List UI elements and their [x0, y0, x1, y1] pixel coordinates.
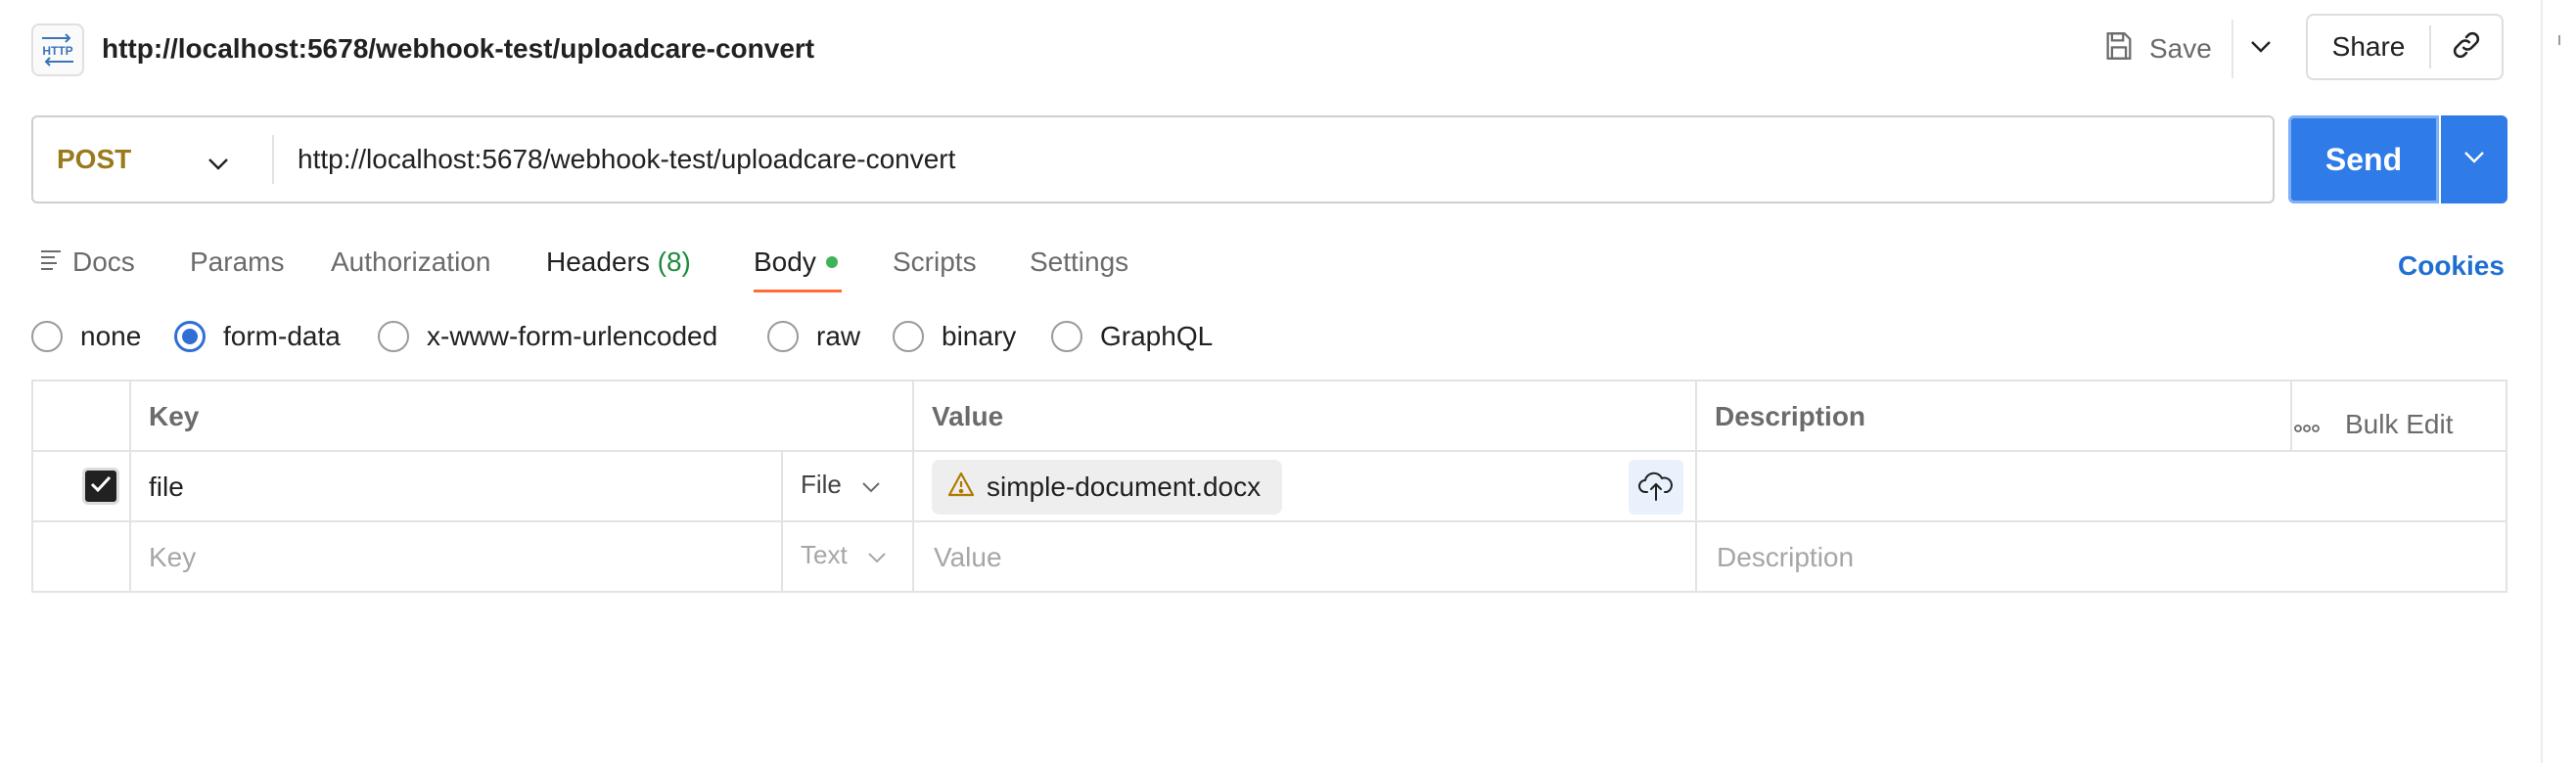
column-header-description: Description [1715, 401, 1866, 431]
active-tab-underline [754, 290, 842, 292]
save-label: Save [2149, 33, 2212, 64]
radio-graphql[interactable]: GraphQL [1051, 313, 1213, 360]
tab-params[interactable]: Params [190, 241, 284, 284]
tab-authorization[interactable]: Authorization [331, 241, 490, 284]
table-col-divider [2290, 382, 2292, 450]
http-icon-text: HTTP [42, 44, 72, 58]
bulk-edit-label: Bulk Edit [2345, 409, 2454, 439]
save-button[interactable]: Save [2102, 25, 2212, 72]
radio-button-selected [174, 321, 206, 352]
radio-label: raw [816, 321, 861, 351]
tab-headers[interactable]: Headers (8) [546, 241, 691, 284]
tab-settings[interactable]: Settings [1030, 241, 1128, 284]
radio-label: x-www-form-urlencoded [427, 321, 718, 351]
radio-button [378, 321, 409, 352]
url-bar: POST [31, 115, 2275, 203]
ellipsis-icon [2294, 409, 2320, 440]
radio-button [767, 321, 799, 352]
chevron-down-icon [2463, 151, 2485, 169]
radio-button [1051, 321, 1082, 352]
bulk-edit-button[interactable]: Bulk Edit [2294, 405, 2454, 444]
save-options-button[interactable] [2241, 25, 2280, 72]
checkmark-icon [89, 474, 113, 499]
row-type-select[interactable]: File [801, 470, 881, 500]
send-options-button[interactable] [2441, 115, 2507, 203]
link-icon [2450, 28, 2483, 67]
warning-triangle-icon [947, 471, 975, 504]
tab-scripts[interactable]: Scripts [893, 241, 977, 284]
table-row-divider [33, 520, 2506, 522]
method-divider [272, 135, 274, 184]
send-button[interactable]: Send [2288, 115, 2439, 203]
new-row-value-input[interactable]: Value [934, 538, 1002, 577]
request-header: HTTP http://localhost:5678/webhook-test/… [0, 0, 2545, 98]
chevron-down-icon [861, 470, 881, 500]
new-row-type-select[interactable]: Text [801, 540, 887, 570]
tab-headers-label: Headers [546, 247, 650, 277]
tab-docs[interactable]: Docs [39, 241, 135, 284]
share-group: Share [2306, 14, 2504, 80]
copy-link-button[interactable] [2431, 16, 2502, 78]
radio-none[interactable]: none [31, 313, 141, 360]
radio-raw[interactable]: raw [767, 313, 860, 360]
scroll-indicator[interactable] [2558, 35, 2560, 45]
panel-edge [2541, 0, 2543, 763]
save-divider [2231, 20, 2233, 78]
table-col-divider [781, 450, 783, 591]
request-title[interactable]: http://localhost:5678/webhook-test/uploa… [102, 29, 814, 68]
radio-label: none [80, 321, 142, 351]
radio-button [31, 321, 63, 352]
radio-button [893, 321, 924, 352]
radio-label: form-data [223, 321, 341, 351]
cookies-link[interactable]: Cookies [2398, 245, 2505, 288]
table-col-divider [129, 382, 131, 591]
radio-binary[interactable]: binary [893, 313, 1016, 360]
chevron-down-icon [207, 147, 229, 178]
chevron-down-icon [2250, 40, 2272, 59]
tab-body[interactable]: Body [754, 241, 838, 284]
url-input[interactable] [298, 117, 2255, 202]
floppy-disk-icon [2102, 29, 2136, 69]
file-chip[interactable]: simple-document.docx [932, 460, 1282, 515]
file-name: simple-document.docx [987, 471, 1262, 502]
radio-x-www-form-urlencoded[interactable]: x-www-form-urlencoded [378, 313, 717, 360]
tab-body-label: Body [754, 247, 816, 277]
row-type-label: File [801, 470, 842, 499]
cloud-upload-icon [1637, 469, 1675, 507]
share-button[interactable]: Share [2308, 16, 2429, 78]
method-label: POST [57, 144, 132, 174]
column-header-key: Key [149, 401, 200, 431]
column-header-value: Value [932, 401, 1004, 431]
new-row-description-input[interactable]: Description [1717, 538, 1854, 577]
http-request-icon: HTTP [31, 23, 84, 76]
tab-docs-label: Docs [72, 247, 135, 277]
radio-label: binary [942, 321, 1017, 351]
row-enabled-checkbox[interactable] [82, 468, 119, 505]
headers-count: (8) [657, 247, 691, 277]
method-select[interactable]: POST [33, 117, 272, 202]
table-col-divider [912, 382, 914, 591]
request-tabs: Docs Params Authorization Headers (8) Bo… [0, 231, 2545, 295]
chevron-down-icon [867, 540, 887, 570]
lines-icon [39, 240, 63, 283]
upload-file-button[interactable] [1629, 460, 1683, 515]
table-row-divider [33, 450, 2506, 452]
radio-label: GraphQL [1100, 321, 1214, 351]
body-indicator-dot [825, 255, 838, 268]
radio-form-data[interactable]: form-data [174, 313, 341, 360]
table-col-divider [1695, 382, 1697, 591]
row-key[interactable]: file [149, 468, 184, 507]
new-row-key-input[interactable]: Key [149, 538, 196, 577]
form-data-table: Key Value Description Bulk Edit file Fil… [31, 380, 2507, 593]
new-row-type-label: Text [801, 540, 848, 569]
